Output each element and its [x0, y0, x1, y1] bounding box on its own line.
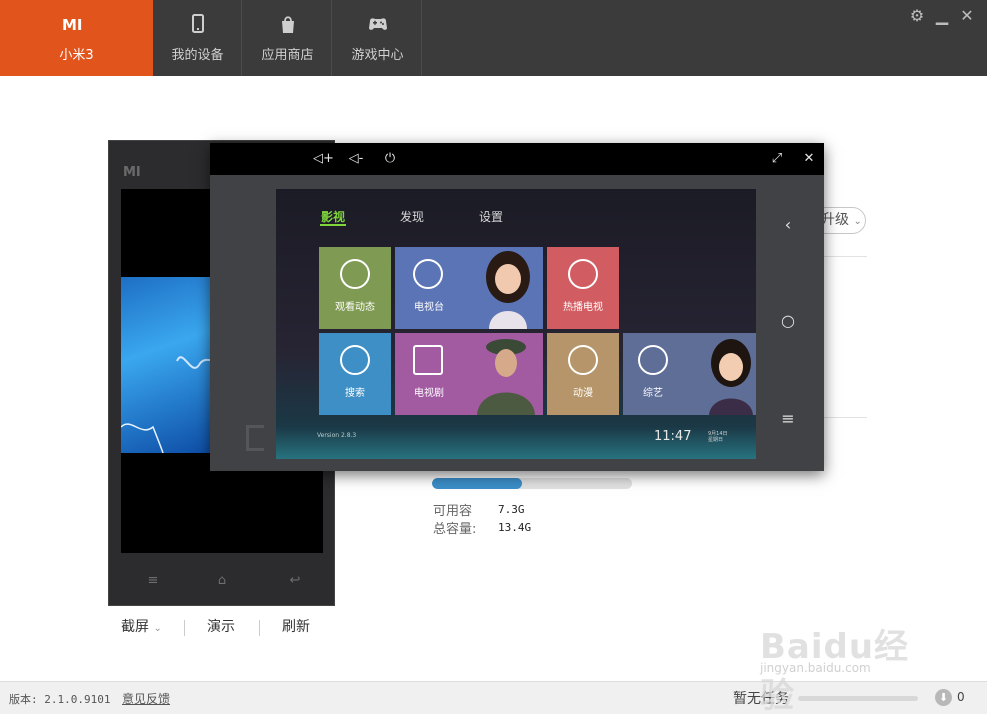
tile-search[interactable]: 搜索 [319, 333, 391, 415]
tile-hot-tv[interactable]: 热播电视 [547, 247, 619, 329]
phone-icon [192, 14, 204, 33]
tile-anime[interactable]: 动漫 [547, 333, 619, 415]
tile-label: 热播电视 [563, 302, 603, 313]
tv-menu-settings[interactable]: 设置 [479, 208, 503, 225]
home-circle-icon[interactable]: ○ [778, 311, 798, 331]
tile-label: 动漫 [573, 388, 593, 399]
volume-up-icon[interactable]: ◁+ [313, 150, 334, 168]
menu-lines-icon[interactable]: ≡ [778, 409, 798, 429]
divider [184, 620, 185, 636]
tab-game-center[interactable]: 游戏中心 [333, 0, 422, 76]
demo-button[interactable]: 演示 [207, 616, 235, 638]
microphone-icon [638, 345, 668, 375]
clock-time: 11:47 [654, 429, 692, 444]
back-icon[interactable]: ↩ [285, 573, 305, 588]
bear-icon [568, 345, 598, 375]
screen-projection-window: ◁+ ◁- ⏻ ⤢ ✕ 影视 发现 设置 观看动态 电视台 热播电视 搜索 电视… [210, 143, 824, 471]
mi-logo-icon: MI [123, 165, 141, 180]
tile-label: 搜索 [345, 388, 365, 399]
tile-tv-station[interactable]: 电视台 [395, 247, 543, 329]
search-icon [340, 345, 370, 375]
total-label: 总容量: [433, 522, 477, 537]
tile-label: 电视剧 [414, 388, 444, 399]
tab-my-devices[interactable]: 我的设备 [153, 0, 242, 76]
storage-progress-fill [432, 478, 522, 489]
back-arrow-icon[interactable]: ‹ [778, 215, 798, 235]
version-text: Version 2.8.3 [317, 432, 357, 439]
menu-icon[interactable]: ≡ [143, 573, 163, 588]
device-tab-mi3[interactable]: MI 小米3 [0, 0, 153, 76]
tab-label: 我的设备 [171, 48, 224, 63]
tv-icon [413, 345, 443, 375]
lightbulb-icon [340, 259, 370, 289]
feedback-link[interactable]: 意见反馈 [122, 690, 170, 707]
screenshot-button[interactable]: 截屏 ⌄ [121, 616, 162, 638]
divider [259, 620, 260, 636]
fullscreen-icon[interactable]: ⤢ [768, 150, 786, 168]
tile-label: 电视台 [414, 302, 444, 313]
bag-icon [282, 16, 294, 33]
settings-gear-icon[interactable]: ⚙ [908, 7, 926, 25]
screenshot-label: 截屏 [121, 619, 149, 635]
baidu-watermark: Baidu经验 jingyan.baidu.com [760, 605, 940, 714]
device-name: 小米3 [59, 48, 94, 63]
soldier-photo [473, 333, 539, 415]
mi-logo-icon: MI [62, 16, 83, 34]
projection-titlebar: ◁+ ◁- ⏻ ⤢ ✕ [210, 143, 824, 175]
tab-app-store[interactable]: 应用商店 [243, 0, 332, 76]
heart-icon [568, 259, 598, 289]
tv-menu-discover[interactable]: 发现 [400, 208, 424, 225]
tv-screen: 影视 发现 设置 观看动态 电视台 热播电视 搜索 电视剧 动漫 综艺 Vers… [276, 189, 756, 459]
storage-progress-bar [432, 478, 632, 489]
upgrade-label: 升级 [821, 212, 849, 228]
mi-phone-assistant-app: MI 小米3 我的设备 应用商店 游戏中心 ⚙ ▁ ✕ MI ≡ ⌂ ↩ 截屏 … [0, 0, 987, 714]
wallpaper-image [120, 277, 224, 454]
home-icon[interactable]: ⌂ [212, 573, 232, 588]
top-bar: MI 小米3 我的设备 应用商店 游戏中心 ⚙ ▁ ✕ [0, 0, 987, 76]
gamepad-icon [369, 18, 387, 30]
weekday-line: 星期日 [708, 437, 724, 443]
child-photo [703, 333, 756, 415]
refresh-button[interactable]: 刷新 [282, 616, 310, 638]
available-label: 可用容 [433, 504, 473, 519]
girl-photo [479, 247, 537, 329]
volume-down-icon[interactable]: ◁- [347, 150, 365, 168]
tile-label: 综艺 [643, 388, 663, 399]
tile-label: 观看动态 [335, 302, 375, 313]
play-icon [413, 259, 443, 289]
mi-logo-icon [246, 425, 264, 451]
tab-label: 游戏中心 [351, 48, 404, 63]
tab-label: 应用商店 [261, 48, 314, 63]
chevron-down-icon: ⌄ [853, 216, 862, 227]
tv-menu-video[interactable]: 影视 [321, 208, 345, 225]
available-value: 7.3G [498, 503, 525, 516]
version-label: 版本: 2.1.0.9101 [9, 693, 111, 706]
power-icon[interactable]: ⏻ [381, 150, 399, 168]
tile-variety[interactable]: 综艺 [623, 333, 756, 415]
close-icon[interactable]: ✕ [800, 150, 818, 168]
tile-tv-series[interactable]: 电视剧 [395, 333, 543, 415]
clock-date: 9月14日 星期日 [708, 431, 728, 443]
download-count: 0 [957, 690, 965, 704]
minimize-icon[interactable]: ▁ [933, 7, 951, 25]
chevron-down-icon[interactable]: ⌄ [153, 623, 161, 634]
total-value: 13.4G [498, 521, 532, 534]
active-underline [320, 224, 346, 226]
close-icon[interactable]: ✕ [958, 7, 976, 25]
tile-watch-updates[interactable]: 观看动态 [319, 247, 391, 329]
wave-decoration [120, 356, 224, 454]
watermark-url: jingyan.baidu.com [760, 661, 871, 675]
